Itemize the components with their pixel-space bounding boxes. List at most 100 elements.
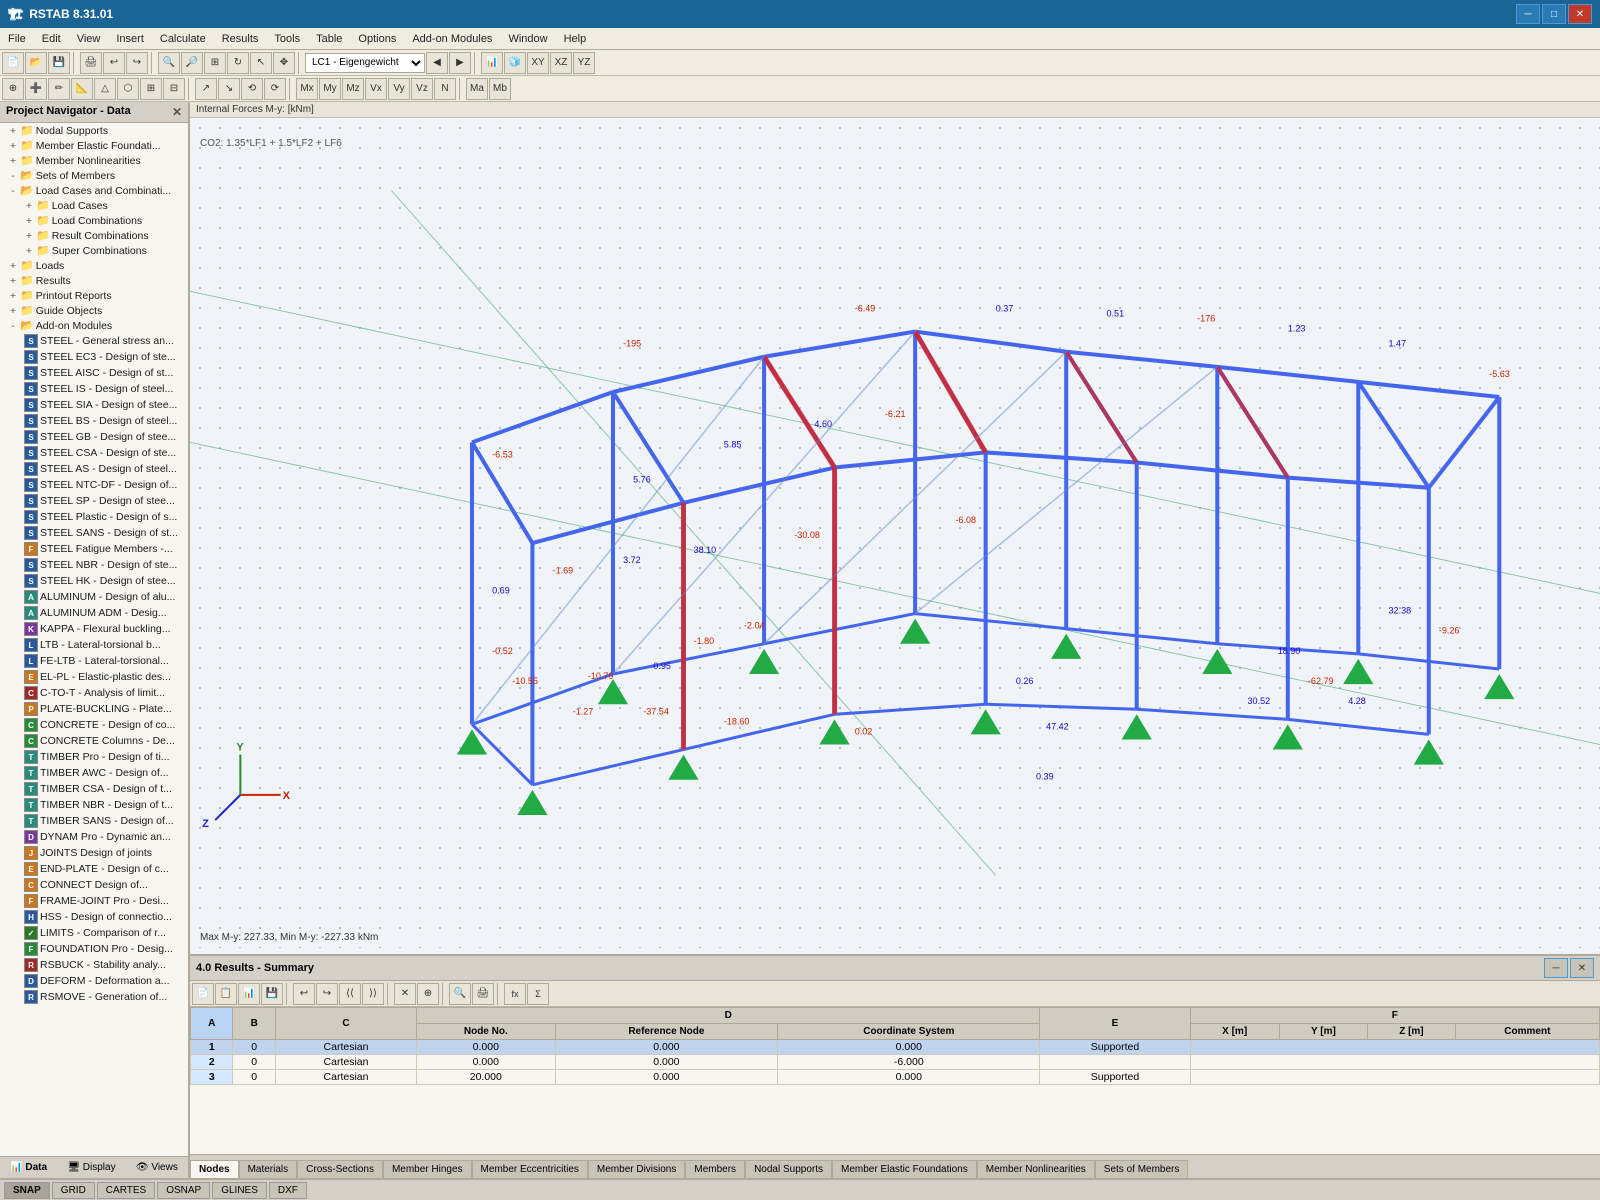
panel-tab-views[interactable]: 👁 Views xyxy=(130,1160,184,1175)
tree-item[interactable]: RRSMOVE - Generation of... xyxy=(0,989,188,1005)
tree-item[interactable]: +📁Result Combinations xyxy=(0,228,188,243)
load-case-dropdown[interactable]: LC1 - Eigengewicht xyxy=(305,53,425,73)
view-3d-button[interactable]: 🧊 xyxy=(504,52,526,74)
tree-item[interactable]: HHSS - Design of connectio... xyxy=(0,909,188,925)
tree-item[interactable]: SSTEEL SP - Design of stee... xyxy=(0,493,188,509)
table-row[interactable]: 3 0 Cartesian 20.000 0.000 0.000 Support… xyxy=(191,1070,1600,1085)
tb2-btn16[interactable]: Vx xyxy=(365,78,387,100)
tree-item[interactable]: LLTB - Lateral-torsional b... xyxy=(0,637,188,653)
view-yz-button[interactable]: YZ xyxy=(573,52,595,74)
results-tb-btn2[interactable]: 📋 xyxy=(215,983,237,1005)
results-tb-btn4[interactable]: 💾 xyxy=(261,983,283,1005)
menu-item-help[interactable]: Help xyxy=(556,31,595,47)
results-tb-btn1[interactable]: 📄 xyxy=(192,983,214,1005)
tree-item[interactable]: SSTEEL NBR - Design of ste... xyxy=(0,557,188,573)
tree-item[interactable]: SSTEEL SIA - Design of stee... xyxy=(0,397,188,413)
tb2-btn10[interactable]: ↘ xyxy=(218,78,240,100)
results-tb-btn11[interactable]: 🔍 xyxy=(449,983,471,1005)
tree-item[interactable]: SSTEEL Plastic - Design of s... xyxy=(0,509,188,525)
tree-item[interactable]: TTIMBER Pro - Design of ti... xyxy=(0,749,188,765)
tree-expand-icon[interactable]: + xyxy=(24,200,34,212)
3d-viewport[interactable]: Internal Forces M-y: [kNm] CO2: 1.35*LF1… xyxy=(190,102,1600,954)
results-close-button[interactable]: ✕ xyxy=(1570,958,1594,978)
menu-item-window[interactable]: Window xyxy=(500,31,555,47)
tree-item[interactable]: -📂Load Cases and Combinati... xyxy=(0,183,188,198)
results-table[interactable]: A B C D E F Node No. Reference Node Coor… xyxy=(190,1007,1600,1154)
tb2-btn3[interactable]: ✏ xyxy=(48,78,70,100)
results-tb-btn5[interactable]: ↩ xyxy=(293,983,315,1005)
bottom-tab-member-divisions[interactable]: Member Divisions xyxy=(588,1160,685,1178)
menu-item-table[interactable]: Table xyxy=(308,31,350,47)
menu-item-calculate[interactable]: Calculate xyxy=(152,31,214,47)
tree-item[interactable]: PPLATE-BUCKLING - Plate... xyxy=(0,701,188,717)
bottom-tab-member-elastic-foundations[interactable]: Member Elastic Foundations xyxy=(832,1160,977,1178)
tree-expand-icon[interactable]: + xyxy=(8,305,18,317)
tree-expand-icon[interactable]: + xyxy=(8,125,18,137)
tree-item[interactable]: +📁Results xyxy=(0,273,188,288)
tree-item[interactable]: -📂Add-on Modules xyxy=(0,318,188,333)
statusbar-item-grid[interactable]: GRID xyxy=(52,1182,95,1199)
tree-expand-icon[interactable]: + xyxy=(8,290,18,302)
tree-item[interactable]: CCONCRETE Columns - De... xyxy=(0,733,188,749)
tree-item[interactable]: AALUMINUM - Design of alu... xyxy=(0,589,188,605)
bottom-tab-member-hinges[interactable]: Member Hinges xyxy=(383,1160,472,1178)
tree-item[interactable]: TTIMBER SANS - Design of... xyxy=(0,813,188,829)
maximize-button[interactable]: □ xyxy=(1542,4,1566,24)
results-tb-btn10[interactable]: ⊕ xyxy=(417,983,439,1005)
tree-item[interactable]: TTIMBER AWC - Design of... xyxy=(0,765,188,781)
minimize-button[interactable]: ─ xyxy=(1516,4,1540,24)
tb2-btn7[interactable]: ⊞ xyxy=(140,78,162,100)
tree-item[interactable]: SSTEEL - General stress an... xyxy=(0,333,188,349)
results-tb-sigma[interactable]: Σ xyxy=(527,983,549,1005)
prev-lc-button[interactable]: ◀ xyxy=(426,52,448,74)
menu-item-file[interactable]: File xyxy=(0,31,34,47)
results-tb-btn3[interactable]: 📊 xyxy=(238,983,260,1005)
bottom-tab-sets-of-members[interactable]: Sets of Members xyxy=(1095,1160,1189,1178)
tree-expand-icon[interactable]: - xyxy=(8,170,18,182)
tree-item[interactable]: +📁Load Combinations xyxy=(0,213,188,228)
tree-item[interactable]: +📁Load Cases xyxy=(0,198,188,213)
results-tb-btn12[interactable]: 🖨 xyxy=(472,983,494,1005)
select-button[interactable]: ↖ xyxy=(250,52,272,74)
tb2-btn11[interactable]: ⟲ xyxy=(241,78,263,100)
bottom-tab-member-nonlinearities[interactable]: Member Nonlinearities xyxy=(977,1160,1095,1178)
results-tb-fx[interactable]: fx xyxy=(504,983,526,1005)
tb2-btn12[interactable]: ⟳ xyxy=(264,78,286,100)
zoom-all-button[interactable]: ⊞ xyxy=(204,52,226,74)
bottom-tab-nodes[interactable]: Nodes xyxy=(190,1160,239,1178)
statusbar-item-glines[interactable]: GLINES xyxy=(212,1182,267,1199)
tb2-btn2[interactable]: ➕ xyxy=(25,78,47,100)
open-button[interactable]: 📂 xyxy=(25,52,47,74)
tb2-btn17[interactable]: Vy xyxy=(388,78,410,100)
tree-item[interactable]: CCONCRETE - Design of co... xyxy=(0,717,188,733)
tree-item[interactable]: SSTEEL CSA - Design of ste... xyxy=(0,445,188,461)
new-button[interactable]: 📄 xyxy=(2,52,24,74)
zoom-in-button[interactable]: 🔍 xyxy=(158,52,180,74)
tree-item[interactable]: CCONNECT Design of... xyxy=(0,877,188,893)
panel-tab-display[interactable]: 🖥 Display xyxy=(61,1160,121,1175)
tb2-btn1[interactable]: ⊕ xyxy=(2,78,24,100)
tree-item[interactable]: SSTEEL EC3 - Design of ste... xyxy=(0,349,188,365)
next-lc-button[interactable]: ▶ xyxy=(449,52,471,74)
tree-item[interactable]: ✓LIMITS - Comparison of r... xyxy=(0,925,188,941)
tree-item[interactable]: +📁Printout Reports xyxy=(0,288,188,303)
tb2-btn9[interactable]: ↗ xyxy=(195,78,217,100)
tb2-btn8[interactable]: ⊟ xyxy=(163,78,185,100)
tree-item[interactable]: DDYNAM Pro - Dynamic an... xyxy=(0,829,188,845)
results-tb-btn8[interactable]: ⟩⟩ xyxy=(362,983,384,1005)
menu-item-results[interactable]: Results xyxy=(214,31,267,47)
tree-item[interactable]: LFE-LTB - Lateral-torsional... xyxy=(0,653,188,669)
menu-item-view[interactable]: View xyxy=(69,31,109,47)
table-row[interactable]: 1 0 Cartesian 0.000 0.000 0.000 Supporte… xyxy=(191,1040,1600,1055)
zoom-out-button[interactable]: 🔎 xyxy=(181,52,203,74)
results-tb-btn9[interactable]: ✕ xyxy=(394,983,416,1005)
view-xy-button[interactable]: XY xyxy=(527,52,549,74)
tree-item[interactable]: +📁Nodal Supports xyxy=(0,123,188,138)
3d-canvas[interactable]: CO2: 1.35*LF1 + 1.5*LF2 + LF6 xyxy=(190,118,1600,948)
tb2-btn20[interactable]: Ma xyxy=(466,78,488,100)
tree-item[interactable]: FFRAME-JOINT Pro - Desi... xyxy=(0,893,188,909)
statusbar-item-osnap[interactable]: OSNAP xyxy=(157,1182,210,1199)
panel-close-button[interactable]: ✕ xyxy=(172,105,182,119)
tb2-btn6[interactable]: ⬡ xyxy=(117,78,139,100)
tree-item[interactable]: TTIMBER NBR - Design of t... xyxy=(0,797,188,813)
